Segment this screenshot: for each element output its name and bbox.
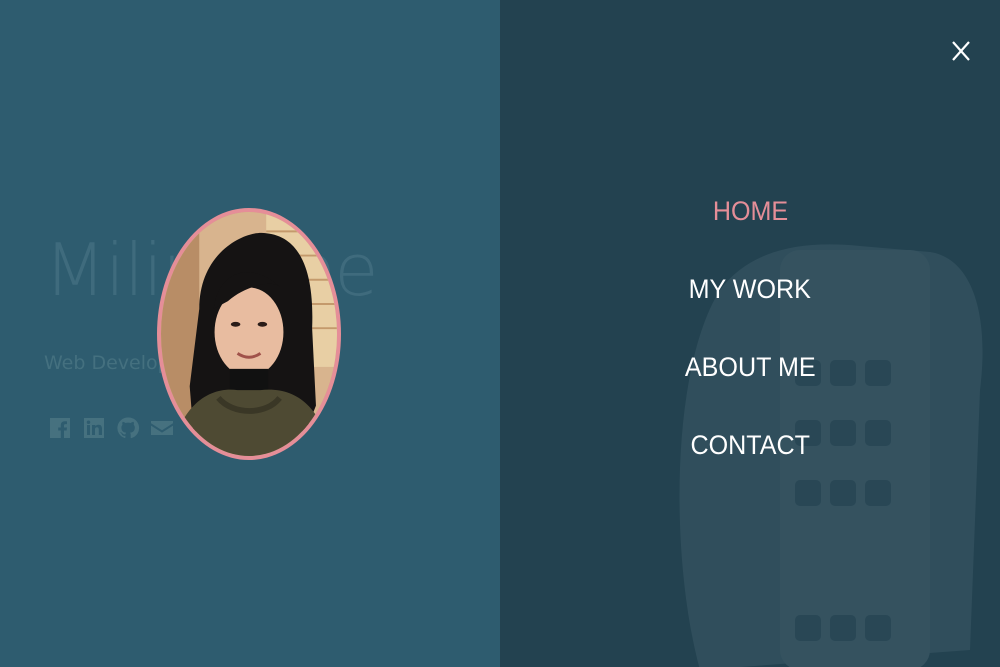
email-icon[interactable]: [150, 414, 174, 442]
menu-item-contact: CONTACT: [500, 430, 1000, 508]
profile-photo: [161, 212, 337, 456]
facebook-icon[interactable]: [48, 414, 72, 442]
github-icon[interactable]: [116, 414, 140, 442]
menu-item-about-me: ABOUT ME: [500, 352, 1000, 430]
linkedin-icon[interactable]: [82, 414, 106, 442]
nav-link-home[interactable]: HOME: [712, 196, 787, 227]
page: Milim Lee Web Developer, CA: [0, 0, 1000, 667]
nav-link-about-me[interactable]: ABOUT ME: [685, 352, 816, 383]
nav-menu: HOME MY WORK ABOUT ME CONTACT: [500, 196, 1000, 508]
hero-section: Milim Lee Web Developer, CA: [0, 0, 500, 667]
avatar: [157, 208, 341, 460]
close-menu-button[interactable]: [946, 36, 976, 66]
nav-link-my-work[interactable]: MY WORK: [689, 274, 811, 305]
nav-link-contact[interactable]: CONTACT: [690, 430, 810, 461]
social-links: [48, 414, 174, 442]
close-icon: [952, 41, 970, 61]
overlay-menu: HOME MY WORK ABOUT ME CONTACT: [500, 0, 1000, 667]
menu-item-my-work: MY WORK: [500, 274, 1000, 352]
menu-item-home: HOME: [500, 196, 1000, 274]
